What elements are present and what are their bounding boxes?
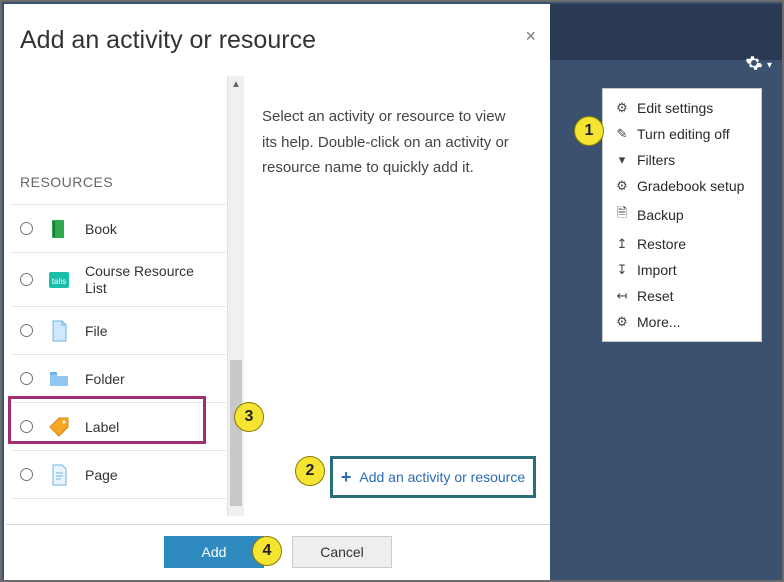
menu-item-label: Reset: [637, 288, 674, 304]
menu-item-label: More...: [637, 314, 681, 330]
close-button[interactable]: ×: [525, 26, 536, 47]
page-icon: [47, 463, 71, 487]
gear-icon: [745, 54, 763, 77]
resource-radio[interactable]: [20, 468, 33, 481]
settings-gear-trigger[interactable]: ▾: [745, 54, 772, 77]
funnel-icon: ▾: [615, 152, 629, 168]
menu-item-edit-settings[interactable]: ⚙ Edit settings: [603, 95, 761, 121]
left-arrow-icon: ↤: [615, 288, 629, 304]
down-arrow-icon: ↧: [615, 262, 629, 278]
menu-item-import[interactable]: ↧ Import: [603, 257, 761, 283]
close-icon: ×: [525, 26, 536, 46]
plus-icon: +: [341, 467, 352, 488]
resources-section-header: RESOURCES: [12, 76, 226, 205]
scroll-up-arrow[interactable]: ▲: [228, 76, 244, 94]
resource-list-pane: RESOURCES Book talis Course Resource Lis…: [12, 76, 226, 516]
resource-label: File: [85, 323, 108, 339]
dialog-title: Add an activity or resource: [20, 26, 316, 55]
resource-row-page[interactable]: Page: [12, 451, 226, 499]
menu-item-label: Edit settings: [637, 100, 713, 116]
menu-item-reset[interactable]: ↤ Reset: [603, 283, 761, 309]
menu-item-label: Gradebook setup: [637, 178, 744, 194]
file-icon: [47, 319, 71, 343]
gear-icon: ⚙: [615, 178, 629, 194]
button-label: Add: [202, 544, 227, 560]
resource-radio[interactable]: [20, 273, 33, 286]
gear-icon: ⚙: [615, 314, 629, 330]
help-text: Select an activity or resource to view i…: [262, 104, 524, 181]
folder-icon: [47, 367, 71, 391]
resource-row-file[interactable]: File: [12, 307, 226, 355]
menu-item-label: Import: [637, 262, 677, 278]
course-topbar: [550, 4, 782, 60]
resource-radio[interactable]: [20, 372, 33, 385]
resource-label: Label: [85, 419, 119, 435]
menu-item-label: Backup: [637, 207, 684, 223]
resource-label: Page: [85, 467, 118, 483]
resource-row-course-resource-list[interactable]: talis Course Resource List: [12, 253, 226, 307]
menu-item-backup[interactable]: 🗎 Backup: [603, 199, 761, 231]
label-icon: [47, 415, 71, 439]
resource-row-folder[interactable]: Folder: [12, 355, 226, 403]
menu-item-restore[interactable]: ↥ Restore: [603, 231, 761, 257]
book-icon: [47, 217, 71, 241]
document-icon: 🗎: [615, 204, 629, 226]
resource-radio[interactable]: [20, 420, 33, 433]
add-activity-link-box[interactable]: + Add an activity or resource: [330, 456, 536, 498]
app-stage: ▾ ⚙ Edit settings ✎ Turn editing off ▾ Filt…: [0, 0, 784, 582]
caret-down-icon: ▾: [767, 60, 772, 71]
scroll-thumb[interactable]: [230, 360, 242, 506]
menu-item-label: Restore: [637, 236, 686, 252]
activity-chooser-dialog: Add an activity or resource × RESOURCES …: [4, 4, 550, 580]
resource-row-book[interactable]: Book: [12, 205, 226, 253]
annotation-badge-1: 1: [574, 116, 604, 146]
up-arrow-icon: ↥: [615, 236, 629, 252]
pencil-icon: ✎: [615, 126, 629, 142]
talis-icon: talis: [47, 268, 71, 292]
resource-label: Folder: [85, 371, 125, 387]
svg-text:talis: talis: [52, 277, 66, 286]
annotation-badge-3: 3: [234, 402, 264, 432]
resource-radio[interactable]: [20, 222, 33, 235]
button-label: Cancel: [320, 544, 364, 560]
menu-item-label: Filters: [637, 152, 675, 168]
menu-item-more[interactable]: ⚙ More...: [603, 309, 761, 335]
menu-item-gradebook-setup[interactable]: ⚙ Gradebook setup: [603, 173, 761, 199]
resource-label: Book: [85, 221, 117, 237]
menu-item-filters[interactable]: ▾ Filters: [603, 147, 761, 173]
resource-row-label[interactable]: Label: [12, 403, 226, 451]
menu-item-turn-editing-off[interactable]: ✎ Turn editing off: [603, 121, 761, 147]
cancel-button[interactable]: Cancel: [292, 536, 392, 568]
settings-menu: ⚙ Edit settings ✎ Turn editing off ▾ Filter…: [602, 88, 762, 342]
resource-label: Course Resource List: [85, 263, 218, 297]
add-activity-link-label: Add an activity or resource: [359, 469, 525, 485]
annotation-badge-2: 2: [295, 456, 325, 486]
add-button[interactable]: Add: [164, 536, 264, 568]
resource-radio[interactable]: [20, 324, 33, 337]
resource-list-scrollbar[interactable]: ▲: [227, 76, 244, 516]
annotation-badge-4: 4: [252, 536, 282, 566]
gear-icon: ⚙: [615, 100, 629, 116]
menu-item-label: Turn editing off: [637, 126, 730, 142]
